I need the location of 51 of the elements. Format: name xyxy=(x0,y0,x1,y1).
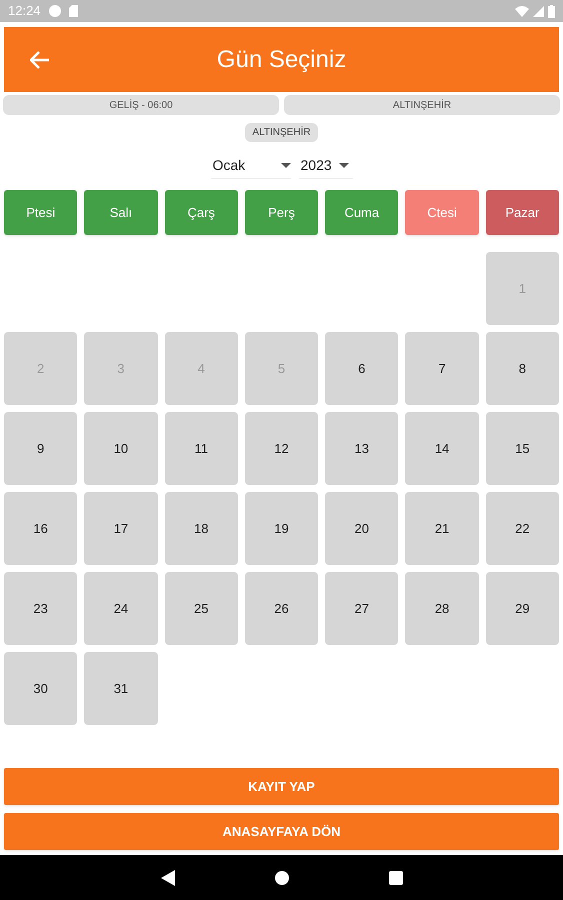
signal-icon xyxy=(533,6,544,16)
day-cell[interactable]: 17 xyxy=(84,492,158,565)
day-cell[interactable]: 24 xyxy=(84,572,158,645)
info-chip: ALTINŞEHİR xyxy=(284,95,560,115)
year-dropdown[interactable]: 2023 xyxy=(298,152,352,179)
info-chip: GELİŞ - 06:00 xyxy=(3,95,279,115)
recents-icon[interactable] xyxy=(388,870,402,884)
day-cell[interactable]: 7 xyxy=(405,332,479,405)
weekday-header: Çarş xyxy=(164,190,238,235)
month-dropdown[interactable]: Ocak xyxy=(210,152,290,179)
day-cell[interactable]: 26 xyxy=(244,572,318,645)
home-icon[interactable] xyxy=(274,870,288,884)
wifi-icon xyxy=(515,6,529,16)
day-cell[interactable]: 16 xyxy=(4,492,78,565)
day-cell[interactable]: 31 xyxy=(84,652,158,725)
day-cell[interactable]: 28 xyxy=(405,572,479,645)
sd-card-icon xyxy=(68,5,78,17)
status-time: 12:24 xyxy=(8,2,41,20)
day-cell[interactable]: 29 xyxy=(486,572,559,645)
caret-icon xyxy=(338,162,348,168)
weekday-header: Ptesi xyxy=(4,190,78,235)
day-cell[interactable]: 20 xyxy=(325,492,398,565)
back-arrow-icon xyxy=(30,50,50,68)
day-cell[interactable]: 27 xyxy=(325,572,398,645)
day-cell[interactable]: 18 xyxy=(164,492,238,565)
battery-icon xyxy=(548,4,555,18)
weekday-header: Ctesi xyxy=(405,190,479,235)
day-cell[interactable]: 11 xyxy=(164,412,238,485)
page-title: Gün Seçiniz xyxy=(216,44,346,74)
back-nav-icon[interactable] xyxy=(160,870,174,886)
day-cell[interactable]: 10 xyxy=(84,412,158,485)
day-cell[interactable]: 6 xyxy=(325,332,398,405)
day-cell[interactable]: 19 xyxy=(244,492,318,565)
day-cell[interactable]: 14 xyxy=(405,412,479,485)
weekday-header: Perş xyxy=(244,190,318,235)
weekday-header: Pazar xyxy=(486,190,559,235)
day-cell[interactable]: 22 xyxy=(486,492,559,565)
day-cell[interactable]: 15 xyxy=(486,412,559,485)
location-chip: ALTINŞEHİR xyxy=(245,123,318,142)
caret-icon xyxy=(280,162,290,168)
day-cell[interactable]: 13 xyxy=(325,412,398,485)
day-cell[interactable]: 23 xyxy=(4,572,78,645)
day-cell[interactable]: 30 xyxy=(4,652,78,725)
day-cell[interactable]: 12 xyxy=(244,412,318,485)
notification-icon xyxy=(48,5,61,17)
day-cell[interactable]: 21 xyxy=(405,492,479,565)
weekday-header: Salı xyxy=(84,190,158,235)
weekday-header: Cuma xyxy=(325,190,398,235)
day-cell[interactable]: 9 xyxy=(4,412,78,485)
day-cell[interactable]: 8 xyxy=(486,332,559,405)
day-cell[interactable]: 25 xyxy=(164,572,238,645)
